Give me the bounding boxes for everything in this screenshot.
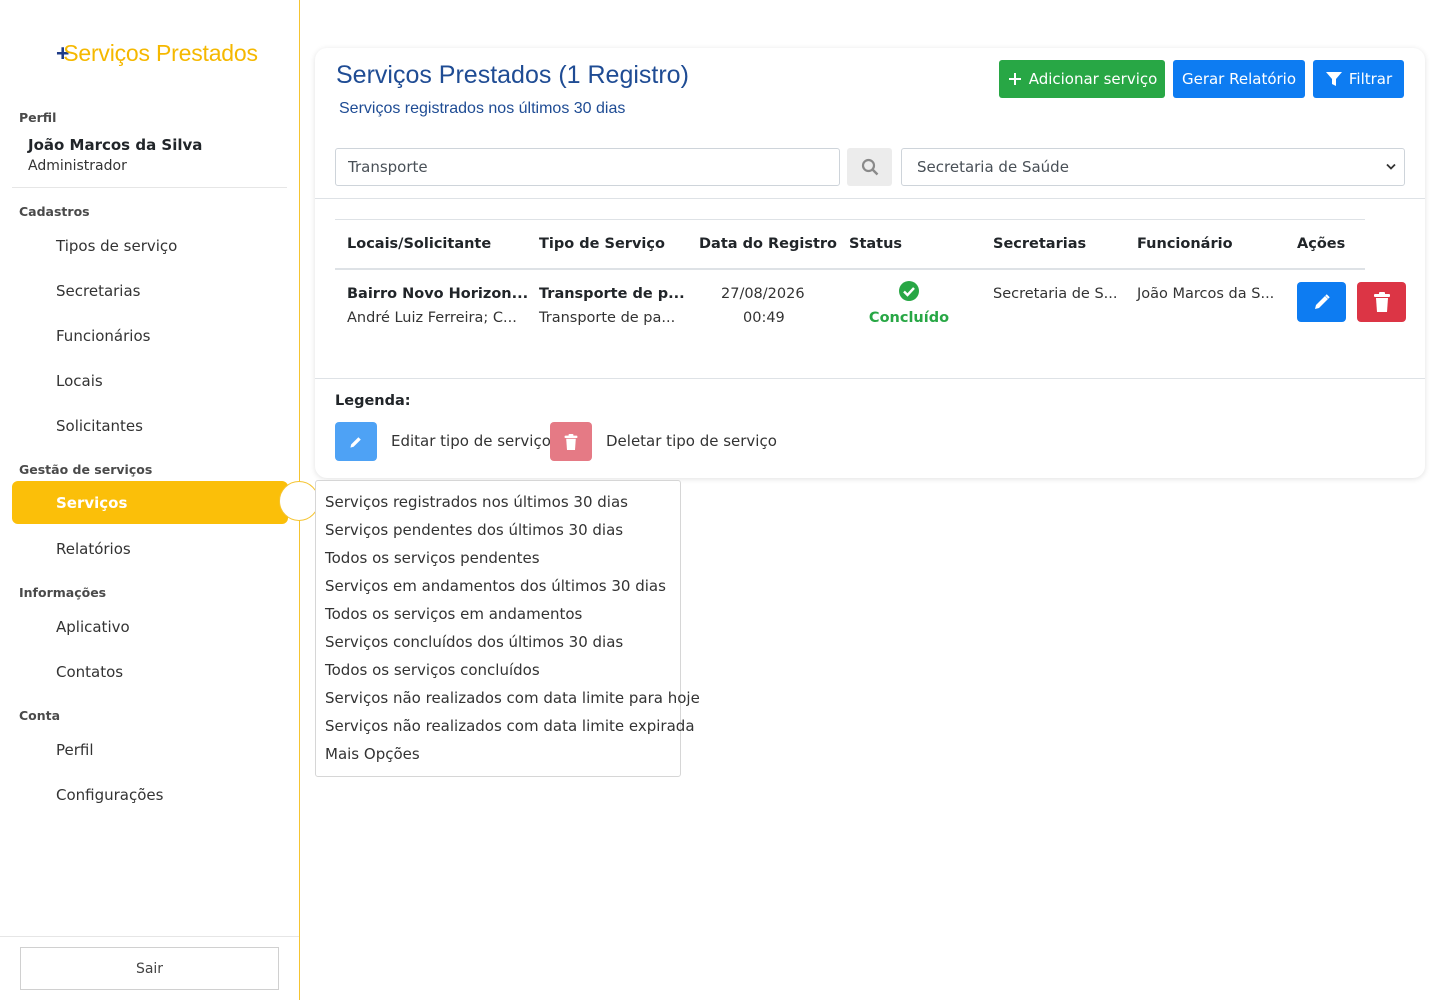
dropdown-item[interactable]: Serviços pendentes dos últimos 30 dias	[325, 521, 623, 539]
status-text: Concluído	[868, 310, 950, 326]
delete-button[interactable]	[1357, 282, 1406, 322]
services-card: Serviços Prestados (1 Registro) Serviços…	[315, 48, 1425, 478]
profile-name: João Marcos da Silva	[28, 136, 203, 154]
sidebar-item-locais[interactable]: Locais	[56, 372, 103, 390]
generate-report-button[interactable]: Gerar Relatório	[1173, 60, 1305, 98]
section-label-informacoes: Informações	[19, 585, 107, 600]
table-border	[335, 219, 1365, 220]
dropdown-item[interactable]: Serviços em andamentos dos últimos 30 di…	[325, 577, 666, 595]
sidebar-item-label: Serviços	[56, 494, 128, 512]
sidebar-item-tipos-de-servico[interactable]: Tipos de serviço	[56, 237, 177, 255]
cell-local: Bairro Novo Horizon...	[347, 286, 529, 302]
dropdown-item[interactable]: Serviços registrados nos últimos 30 dias	[325, 493, 628, 511]
legend-edit-icon	[335, 422, 377, 461]
legend-delete-icon	[550, 422, 592, 461]
search-button[interactable]	[847, 148, 892, 186]
divider	[12, 187, 287, 188]
sidebar: +Serviços Prestados Perfil João Marcos d…	[0, 0, 300, 1000]
sidebar-item-servicos[interactable]: Serviços	[12, 481, 288, 524]
column-header-data: Data do Registro	[699, 236, 837, 252]
button-label: Filtrar	[1348, 70, 1393, 88]
trash-icon	[1373, 292, 1390, 312]
dropdown-item[interactable]: Todos os serviços concluídos	[325, 661, 540, 679]
cell-funcionario: João Marcos da S...	[1137, 286, 1275, 302]
sidebar-item-contatos[interactable]: Contatos	[56, 663, 123, 681]
filter-icon	[1325, 72, 1342, 86]
sidebar-item-solicitantes[interactable]: Solicitantes	[56, 417, 143, 435]
dropdown-item[interactable]: Serviços não realizados com data limite …	[325, 717, 695, 735]
search-icon	[861, 158, 878, 176]
sidebar-item-secretarias[interactable]: Secretarias	[56, 282, 140, 300]
button-label: Gerar Relatório	[1181, 70, 1297, 88]
column-header-funcionario: Funcionário	[1137, 236, 1233, 252]
cell-secretaria: Secretaria de S...	[993, 286, 1118, 302]
select-value: Secretaria de Saúde	[917, 158, 1069, 176]
trash-icon	[564, 433, 578, 450]
button-label: Adicionar serviço	[1028, 70, 1158, 88]
pencil-icon	[1314, 294, 1330, 309]
section-label-conta: Conta	[19, 708, 61, 723]
dropdown-item-more[interactable]: Mais Opções	[325, 745, 420, 763]
legend-delete-label: Deletar tipo de serviço	[606, 432, 777, 450]
column-header-tipo: Tipo de Serviço	[539, 236, 665, 252]
search-input[interactable]	[335, 148, 840, 186]
dropdown-item[interactable]: Serviços não realizados com data limite …	[325, 689, 700, 707]
column-header-acoes: Ações	[1297, 236, 1346, 252]
sidebar-item-perfil[interactable]: Perfil	[56, 741, 94, 759]
cell-tipo-title: Transporte de p...	[539, 286, 685, 302]
check-circle-icon	[899, 281, 919, 301]
table-border	[335, 268, 1365, 270]
column-header-status: Status	[849, 236, 903, 252]
sidebar-item-funcionarios[interactable]: Funcionários	[56, 327, 150, 345]
dropdown-item[interactable]: Serviços concluídos dos últimos 30 dias	[325, 633, 623, 651]
divider	[0, 936, 299, 937]
plus-icon	[1008, 73, 1021, 85]
cell-date: 27/08/2026	[721, 286, 805, 302]
status-badge: Concluído	[850, 280, 968, 326]
divider	[315, 198, 1425, 199]
legend-title: Legenda:	[335, 393, 411, 409]
services-filter-dropdown: Serviços registrados nos últimos 30 dias…	[315, 480, 700, 777]
pencil-icon	[350, 436, 361, 448]
brand-text: Serviços Prestados	[63, 40, 258, 66]
sidebar-item-relatorios[interactable]: Relatórios	[56, 540, 131, 558]
section-label-cadastros: Cadastros	[19, 204, 90, 219]
page-title: Serviços Prestados (1 Registro)	[336, 61, 689, 89]
section-label-gestao: Gestão de serviços	[19, 462, 153, 477]
cell-solicitante: André Luiz Ferreira; C...	[347, 310, 517, 326]
sidebar-toggle-handle[interactable]	[279, 481, 319, 521]
edit-button[interactable]	[1297, 282, 1346, 322]
column-header-secretarias: Secretarias	[993, 236, 1087, 252]
legend-edit-label: Editar tipo de serviço	[391, 432, 551, 450]
logout-button[interactable]: Sair	[20, 947, 279, 990]
filter-button[interactable]: Filtrar	[1313, 60, 1404, 98]
column-header-locais: Locais/Solicitante	[347, 236, 492, 252]
secretaria-select[interactable]: Secretaria de Saúde	[901, 148, 1405, 186]
divider	[315, 378, 1425, 379]
section-label-perfil: Perfil	[19, 110, 57, 125]
chevron-down-icon	[1386, 163, 1396, 170]
dropdown-item[interactable]: Todos os serviços pendentes	[325, 549, 540, 567]
sidebar-item-aplicativo[interactable]: Aplicativo	[56, 618, 130, 636]
dropdown-item[interactable]: Todos os serviços em andamentos	[325, 605, 582, 623]
sidebar-item-configuracoes[interactable]: Configurações	[56, 786, 163, 804]
cell-time: 00:49	[743, 310, 785, 326]
brand-logo[interactable]: +Serviços Prestados	[56, 40, 258, 67]
cell-tipo: Transporte de pa...	[539, 310, 676, 326]
page-subtitle: Serviços registrados nos últimos 30 dias	[339, 100, 626, 117]
profile-role: Administrador	[28, 158, 127, 174]
add-service-button[interactable]: Adicionar serviço	[999, 60, 1165, 98]
